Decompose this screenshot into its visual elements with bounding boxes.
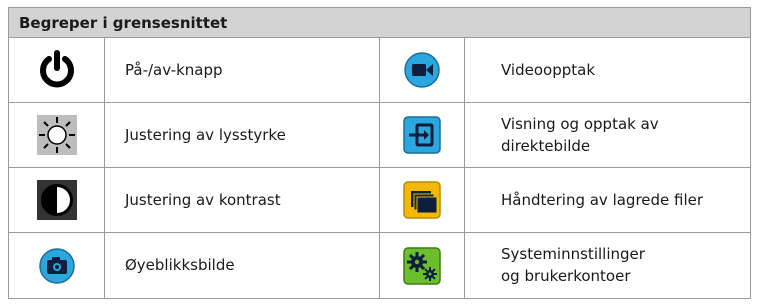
- term-label-line: og brukerkontoer: [501, 267, 631, 285]
- folders-icon: [380, 168, 464, 232]
- term-label-snapshot: Øyeblikksbilde: [125, 256, 235, 274]
- live-view-icon: [380, 103, 464, 167]
- column-divider: [464, 38, 465, 298]
- camera-icon: [9, 233, 104, 298]
- table-title: Begreper i grensesnittet: [19, 14, 228, 32]
- gears-icon: [380, 233, 464, 298]
- term-label-line: direktebilde: [501, 137, 591, 155]
- term-label-brightness: Justering av lysstyrke: [125, 126, 286, 144]
- term-label-files: Håndtering av lagrede filer: [501, 191, 704, 209]
- term-label-power: På-/av-knapp: [125, 61, 223, 79]
- table-header: Begreper i grensesnittet: [9, 8, 750, 38]
- contrast-icon: [9, 168, 104, 232]
- column-divider: [104, 38, 105, 298]
- brightness-icon: [9, 103, 104, 167]
- term-label-contrast: Justering av kontrast: [125, 191, 281, 209]
- term-label-live-view: Visning og opptak av direktebilde: [501, 113, 659, 157]
- term-label-line: Visning og opptak av: [501, 115, 659, 133]
- video-camera-icon: [380, 38, 464, 102]
- term-label-line: Systeminnstillinger: [501, 245, 645, 263]
- term-label-settings: Systeminnstillinger og brukerkontoer: [501, 243, 645, 287]
- term-label-video: Videoopptak: [501, 61, 596, 79]
- interface-terms-table: Begreper i grensesnittet På-/av-knapp Vi…: [8, 7, 751, 299]
- power-icon: [9, 38, 104, 102]
